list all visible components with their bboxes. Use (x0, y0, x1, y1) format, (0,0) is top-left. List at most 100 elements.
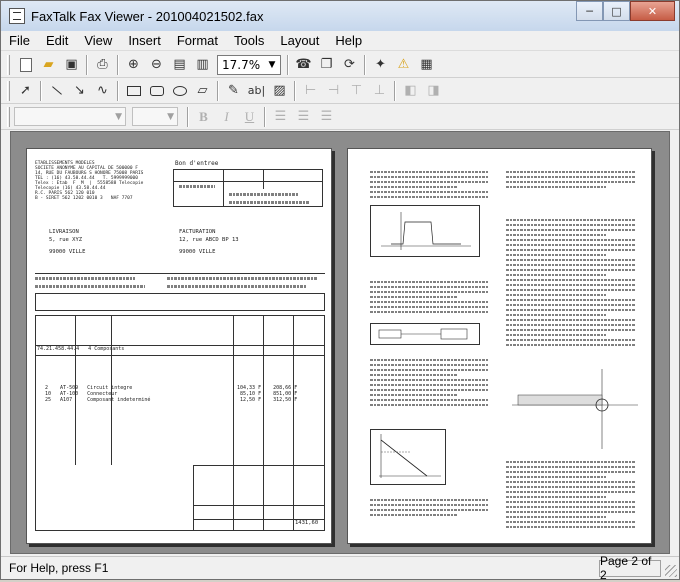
menu-insert[interactable]: Insert (120, 31, 169, 51)
printed-text-line (370, 281, 488, 283)
align-right-text-button[interactable]: ☰ (315, 106, 338, 128)
printed-text-line (506, 244, 636, 246)
printed-text-line (506, 279, 636, 281)
text-tool[interactable]: ab| (245, 80, 268, 102)
zoom-value: 17.7% (222, 57, 261, 72)
align-bottom-objects[interactable]: ⊥ (368, 80, 391, 102)
rounded-rect-tool[interactable] (145, 80, 168, 102)
rule (35, 355, 325, 356)
printed-text-line (370, 176, 488, 178)
highlight-tool[interactable]: ✎ (222, 80, 245, 102)
toolbar-grip[interactable] (7, 106, 10, 127)
print-button[interactable]: ⎙ (91, 54, 114, 76)
underline-button[interactable]: U (238, 106, 261, 128)
printed-text-line (370, 186, 458, 188)
zoom-in-button[interactable]: ⊕ (122, 54, 145, 76)
maximize-button[interactable]: □ (603, 1, 630, 21)
rule (193, 465, 325, 466)
printed-text-line (370, 306, 488, 308)
printed-text-line (506, 461, 636, 463)
rule (293, 315, 294, 531)
handwritten-mark (229, 201, 309, 204)
menu-format[interactable]: Format (169, 31, 226, 51)
new-document-icon (19, 57, 32, 72)
thumbnails-button[interactable]: ▦ (415, 54, 438, 76)
freehand-tool[interactable]: ∿ (91, 80, 114, 102)
rule (193, 465, 194, 531)
save-button[interactable]: ▣ (60, 54, 83, 76)
select-tool[interactable]: ➚ (14, 80, 37, 102)
polygon-tool[interactable]: ▱ (191, 80, 214, 102)
minimize-button[interactable]: ─ (576, 1, 603, 21)
fax-page-2[interactable] (347, 148, 652, 544)
menu-layout[interactable]: Layout (272, 31, 327, 51)
rule (223, 169, 224, 207)
document-title-text: Bon d'entree (175, 160, 219, 167)
printed-text-line (370, 374, 458, 376)
printed-text-line (506, 299, 636, 301)
phase-graph-plot (379, 434, 441, 478)
bring-front-button[interactable]: ◧ (399, 80, 422, 102)
rule (263, 169, 264, 189)
image-tool[interactable]: ▨ (268, 80, 291, 102)
line-tool[interactable] (45, 80, 68, 102)
printed-text-line (506, 329, 636, 331)
document-viewer[interactable]: ETABLISSEMENTS MODELES SOCIETE ANONYME A… (10, 131, 670, 554)
toolbar-separator (364, 54, 366, 75)
toolbar-separator (394, 80, 396, 101)
font-size-select[interactable]: ▼ (132, 107, 178, 126)
send-back-button[interactable]: ◨ (422, 80, 445, 102)
printed-text-line (370, 296, 458, 298)
printed-text-line (506, 171, 636, 173)
pages-button[interactable]: ❐ (315, 54, 338, 76)
actual-size-button[interactable]: ▥ (191, 54, 214, 76)
drawing-toolbar: ➚ ↘ ∿ ▱ ✎ ab| ▨ ⊢ ⊣ ⊤ ⊥ ◧ ◨ (1, 78, 679, 104)
resize-grip[interactable] (665, 565, 677, 577)
ellipse-tool[interactable] (168, 80, 191, 102)
printed-text-line (506, 521, 636, 523)
thumbnails-icon: ▦ (420, 57, 433, 72)
fit-page-button[interactable]: ▤ (168, 54, 191, 76)
menu-file[interactable]: File (1, 31, 38, 51)
align-right-objects[interactable]: ⊣ (322, 80, 345, 102)
printed-text-line (506, 324, 636, 326)
align-left-text-button[interactable]: ☰ (269, 106, 292, 128)
close-button[interactable]: ✕ (630, 1, 675, 21)
warning-icon: ⚠ (397, 57, 410, 72)
toolbar-grip[interactable] (7, 54, 10, 75)
align-top-objects[interactable]: ⊤ (345, 80, 368, 102)
menu-view[interactable]: View (76, 31, 120, 51)
zoom-out-button[interactable]: ⊖ (145, 54, 168, 76)
fax-page-1[interactable]: ETABLISSEMENTS MODELES SOCIETE ANONYME A… (26, 148, 332, 544)
printed-text-line (506, 319, 636, 321)
printed-text-line (370, 311, 488, 313)
printed-text-line (506, 511, 636, 513)
toolbar-separator (117, 80, 119, 101)
bold-button[interactable]: B (192, 106, 215, 128)
italic-icon: I (224, 108, 229, 124)
toolbar-grip[interactable] (7, 80, 10, 101)
printed-text-line (506, 224, 636, 226)
arrow-tool[interactable]: ↘ (68, 80, 91, 102)
rotate-button[interactable]: ⟳ (338, 54, 361, 76)
align-left-objects[interactable]: ⊢ (299, 80, 322, 102)
italic-button[interactable]: I (215, 106, 238, 128)
printed-text-line (370, 399, 488, 401)
font-name-select[interactable]: ▼ (14, 107, 126, 126)
align-center-text-button[interactable]: ☰ (292, 106, 315, 128)
printed-text-line (506, 309, 636, 311)
rectangle-tool[interactable] (122, 80, 145, 102)
warning-button[interactable]: ⚠ (392, 54, 415, 76)
send-fax-button[interactable]: ☎ (292, 54, 315, 76)
menu-help[interactable]: Help (327, 31, 370, 51)
toolbar-separator (294, 80, 296, 101)
zoom-select[interactable]: 17.7% ▼ (217, 54, 281, 75)
figure-spectrum (508, 365, 642, 451)
order-ref-box (35, 293, 325, 311)
new-button[interactable] (14, 54, 37, 76)
menu-tools[interactable]: Tools (226, 31, 272, 51)
title-bar[interactable]: FaxTalk Fax Viewer - 201004021502.fax ─ … (1, 1, 679, 31)
menu-edit[interactable]: Edit (38, 31, 76, 51)
open-button[interactable]: ▰ (37, 54, 60, 76)
annotate-button[interactable]: ✦ (369, 54, 392, 76)
